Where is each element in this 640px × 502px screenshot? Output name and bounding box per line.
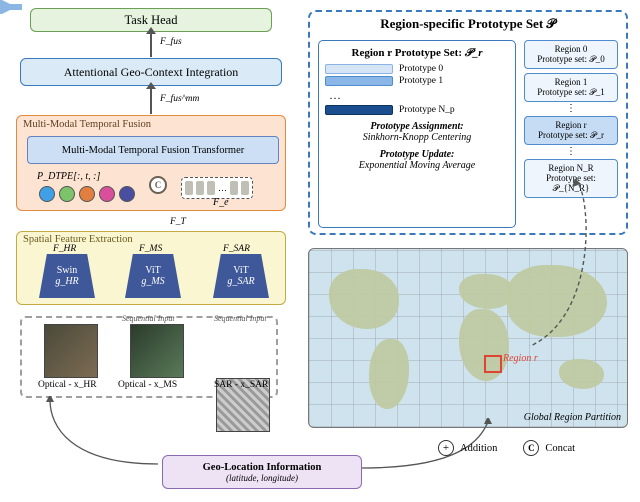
input-label: SAR - x_SAR [214,380,268,390]
legend-concat-label: Concat [545,443,575,454]
mmtf-transformer-label: Multi-Modal Temporal Fusion Transformer [62,145,245,156]
flow-label-ft: F_T [170,217,186,227]
token-chip [207,181,215,195]
addition-icon: + [438,440,454,456]
encoder-vit-sar: ViT g_SAR [213,254,269,298]
landmass-icon [459,274,514,309]
legend: + Addition C Concat [438,440,628,478]
sequential-tag: Sequential Input [122,314,175,323]
region-r-label: Region r [503,353,538,364]
prototype-row: Prototype 0 [325,64,509,74]
geo-location-block: Geo-Location Information (latitude, long… [162,455,362,489]
prototype-row: Prototype N_p [325,105,509,115]
vdots-icon: ⋮ [524,149,618,155]
encoder-swin: Swin g_HR [39,254,95,298]
prototype-label: Prototype N_p [399,105,455,115]
geo-loc-title: Geo-Location Information [203,462,322,473]
input-thumb-ms [130,324,184,378]
geo-context-label: Attentional Geo-Context Integration [64,65,239,80]
region-chip: Region N_R Prototype set: 𝒫_{N_R} [524,159,618,198]
encoder-output-label: F_HR [53,244,76,254]
encoder-output-label: F_MS [139,244,162,254]
landmass-icon [559,359,604,389]
arrow-icon [150,33,152,57]
arrow-icon [0,0,20,10]
encoder-output-label: F_SAR [223,244,250,254]
arrow-icon [30,396,160,468]
region-chip-selected: Region r Prototype set: 𝒫_r [524,116,618,145]
sfe-block: Spatial Feature Extraction F_HR Swin g_H… [16,231,286,305]
prototype-region-box: Region r Prototype Set: 𝒫_r Prototype 0 … [318,40,516,228]
encoder-name: ViT [233,265,249,276]
token-circle [119,186,135,202]
token-circle [59,186,75,202]
prototype-ellipsis: … [325,88,509,103]
pdtpe-label: P_DTPE[:, t, :] [37,171,100,182]
prototype-panel-title: Region-specific Prototype Set 𝒫 [310,16,626,32]
concat-icon: C [523,440,539,456]
encoder-fn: g_HR [55,276,78,287]
prototype-bar-icon [325,64,393,74]
legend-addition-label: Addition [460,443,497,454]
fe-label: F_e [213,197,229,208]
token-chip [230,181,238,195]
token-chip [241,181,249,195]
fe-tokens: … [181,177,253,199]
region-chip: Region 1 Prototype set: 𝒫_1 [524,73,618,102]
input-label: Optical - x_HR [38,380,97,390]
prototype-region-header: Region r Prototype Set: 𝒫_r [325,47,509,60]
prototype-bar-icon [325,105,393,115]
landmass-icon [507,265,607,337]
prototype-label: Prototype 0 [399,64,443,74]
encoder-fn: g_SAR [227,276,254,287]
prototype-label: Prototype 1 [399,76,443,86]
flow-label-ffus: F_fus [160,37,182,47]
encoder-vit-ms: ViT g_MS [125,254,181,298]
prototype-update: Prototype Update: Exponential Moving Ave… [325,149,509,171]
token-circle [79,186,95,202]
inputs-block: Sequential Input Sequential Input Optica… [20,316,278,398]
concat-icon: C [149,176,167,194]
geo-loc-sub: (latitude, longitude) [226,473,298,483]
encoder-name: ViT [145,265,161,276]
vdots-icon: ⋮ [524,106,618,112]
sequential-tag: Sequential Input [214,314,267,323]
token-circle [99,186,115,202]
input-thumb-hr [44,324,98,378]
prototype-panel: Region-specific Prototype Set 𝒫 Region r… [308,10,628,235]
prototype-assignment: Prototype Assignment: Sinkhorn-Knopp Cen… [325,121,509,143]
flow-label-ffusmm: F_fus^mm [160,94,199,104]
task-head-label: Task Head [125,13,178,28]
prototype-bar-icon [325,76,393,86]
mmtf-title: Multi-Modal Temporal Fusion [23,119,151,130]
token-circle [39,186,55,202]
map-caption: Global Region Partition [524,412,621,423]
token-chip [196,181,204,195]
landmass-icon [329,269,399,329]
landmass-icon [369,339,409,409]
mmtf-transformer: Multi-Modal Temporal Fusion Transformer [27,136,279,164]
dtpe-tokens [39,186,135,202]
input-label: Optical - x_MS [118,380,177,390]
token-chip [185,181,193,195]
encoder-name: Swin [57,265,78,276]
region-list: Region 0 Prototype set: 𝒫_0 Region 1 Pro… [524,40,618,198]
mmtf-block: Multi-Modal Temporal Fusion Multi-Modal … [16,115,286,211]
world-map: Region r Global Region Partition [308,248,628,428]
ellipsis: … [218,183,227,193]
sfe-title: Spatial Feature Extraction [23,234,133,245]
region-chip: Region 0 Prototype set: 𝒫_0 [524,40,618,69]
encoder-fn: g_MS [141,276,164,287]
region-r-marker [484,355,502,373]
prototype-row: Prototype 1 [325,76,509,86]
arrow-icon [150,88,152,114]
